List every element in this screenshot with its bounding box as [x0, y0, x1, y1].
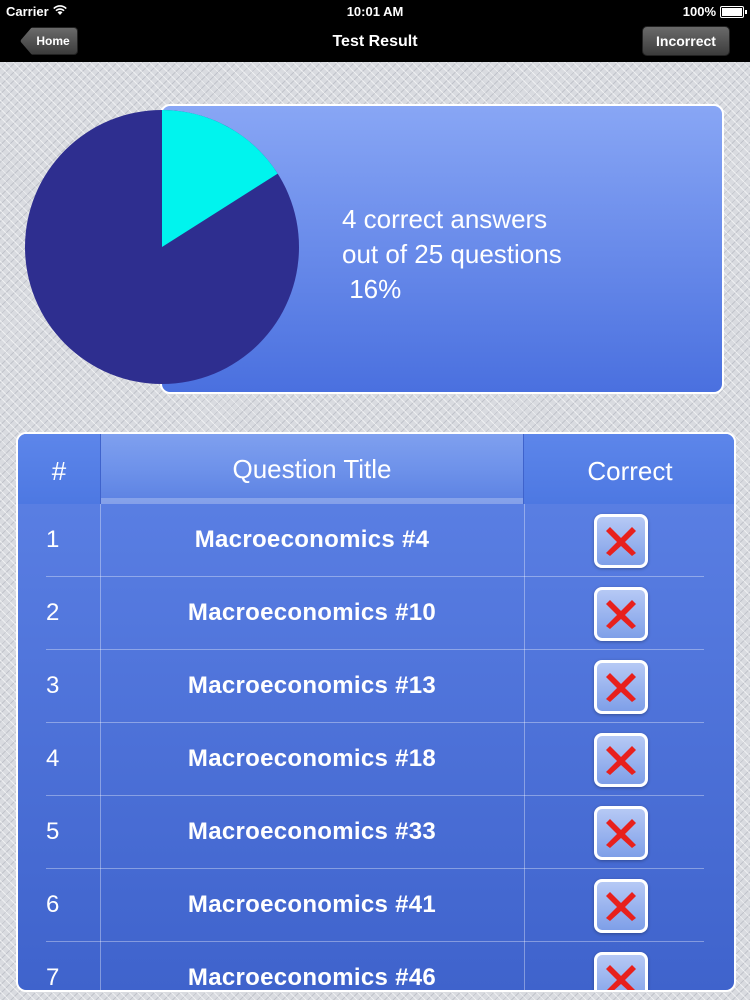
status-bar: Carrier 10:01 AM 100%	[0, 0, 750, 22]
battery-percent: 100%	[682, 4, 716, 19]
red-x-icon	[594, 879, 648, 933]
result-summary-text: 4 correct answers out of 25 questions 16…	[342, 202, 562, 307]
battery-icon	[720, 6, 747, 18]
table-row[interactable]: 7 Macroeconomics #46	[18, 942, 734, 991]
red-x-icon	[594, 660, 648, 714]
row-number: 5	[46, 818, 60, 845]
row-number: 6	[46, 891, 60, 918]
red-x-icon	[594, 952, 648, 990]
column-header-number: #	[51, 456, 67, 486]
row-question-title: Macroeconomics #46	[187, 964, 437, 991]
row-number: 7	[46, 964, 60, 991]
row-question-title: Macroeconomics #41	[187, 891, 437, 918]
summary-total-questions: out of 25 questions	[342, 239, 562, 269]
column-header-correct: Correct	[587, 456, 673, 486]
row-question-title: Macroeconomics #13	[187, 672, 437, 699]
red-x-icon	[594, 806, 648, 860]
table-row[interactable]: 6 Macroeconomics #41	[18, 869, 734, 942]
summary-correct-count: 4 correct answers	[342, 204, 548, 234]
table-row[interactable]: 2 Macroeconomics #10	[18, 577, 734, 650]
table-row[interactable]: 1 Macroeconomics #4	[18, 504, 734, 577]
results-table: # Question Title Correct 1 Macroeconomics…	[16, 432, 736, 992]
incorrect-filter-button[interactable]: Incorrect	[642, 26, 730, 56]
summary-percent: 16%	[342, 274, 402, 304]
page-title: Test Result	[332, 33, 418, 50]
red-x-icon	[594, 733, 648, 787]
table-header: # Question Title Correct	[18, 434, 734, 504]
row-question-title: Macroeconomics #33	[187, 818, 437, 845]
status-time: 10:01 AM	[346, 4, 404, 19]
table-row[interactable]: 3 Macroeconomics #13	[18, 650, 734, 723]
red-x-icon	[594, 514, 648, 568]
row-number: 1	[46, 526, 60, 553]
red-x-icon	[594, 587, 648, 641]
row-question-title: Macroeconomics #10	[187, 599, 437, 626]
row-number: 4	[46, 745, 60, 772]
row-number: 2	[46, 599, 60, 626]
table-row[interactable]: 4 Macroeconomics #18	[18, 723, 734, 796]
column-header-question-title[interactable]: Question Title	[100, 434, 524, 504]
row-number: 3	[46, 672, 60, 699]
row-question-title: Macroeconomics #4	[194, 526, 430, 553]
navigation-bar: Home Test Result Incorrect	[0, 22, 750, 62]
row-question-title: Macroeconomics #18	[187, 745, 437, 772]
table-row[interactable]: 5 Macroeconomics #33	[18, 796, 734, 869]
result-pie-chart	[25, 110, 299, 384]
